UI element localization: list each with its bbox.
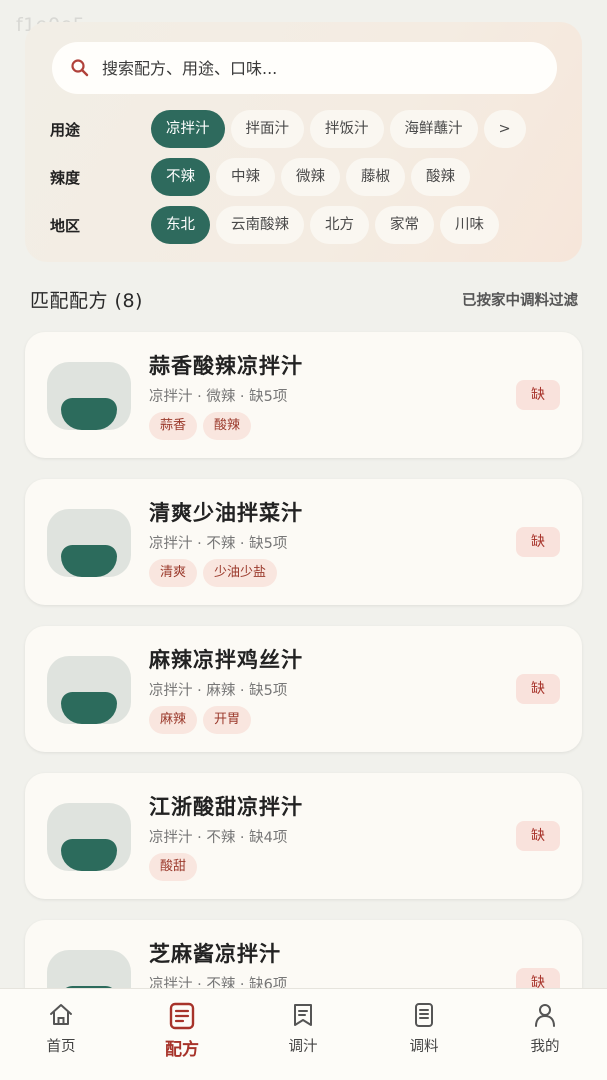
results-title: 匹配配方 (8): [30, 290, 143, 312]
recipe-card[interactable]: 蒜香酸辣凉拌汁 凉拌汁 · 微辣 · 缺5项 蒜香 酸辣 缺: [25, 332, 582, 458]
search-input[interactable]: [102, 58, 522, 78]
recipe-thumbnail: [47, 803, 131, 871]
chip-usage-option[interactable]: 拌饭汁: [310, 110, 384, 148]
filter-chips-region: 东北 云南酸辣 北方 家常 川味: [151, 206, 559, 244]
chip-region-option[interactable]: 川味: [440, 206, 499, 244]
tab-label: 首页: [46, 1039, 76, 1055]
recipe-thumbnail: [47, 509, 131, 577]
filter-row-usage: 用途 凉拌汁 拌面汁 拌饭汁 海鲜蘸汁 >: [25, 110, 582, 148]
recipe-card[interactable]: 麻辣凉拌鸡丝汁 凉拌汁 · 麻辣 · 缺5项 麻辣 开胃 缺: [25, 626, 582, 752]
chip-usage-option[interactable]: 拌面汁: [230, 110, 304, 148]
recipe-meta: 凉拌汁 · 微辣 · 缺5项: [149, 389, 288, 405]
recipe-thumbnail: [47, 362, 131, 430]
filter-row-region: 地区 东北 云南酸辣 北方 家常 川味: [25, 206, 582, 244]
recipe-title: 蒜香酸辣凉拌汁: [149, 354, 303, 378]
chip-usage-option[interactable]: 凉拌汁: [151, 110, 225, 148]
filter-label: 辣度: [50, 169, 81, 187]
tab-home[interactable]: 首页: [21, 1001, 101, 1056]
recipe-tag: 清爽: [149, 559, 198, 587]
tab-label: 配方: [165, 1040, 199, 1060]
tab-seasoning[interactable]: 调料: [384, 1001, 464, 1056]
bowl-icon: [61, 545, 117, 577]
recipe-title: 麻辣凉拌鸡丝汁: [149, 648, 303, 672]
tab-label: 调料: [409, 1039, 439, 1055]
chip-region-option[interactable]: 家常: [375, 206, 434, 244]
tab-profile[interactable]: 我的: [505, 1001, 585, 1056]
bookmark-icon: [294, 1004, 312, 1026]
chip-region-option[interactable]: 北方: [310, 206, 369, 244]
chip-spice-option[interactable]: 酸辣: [411, 158, 470, 196]
list-icon: [415, 1003, 433, 1027]
home-icon: [50, 1004, 72, 1025]
tab-recipes[interactable]: 配方: [142, 1001, 222, 1060]
recipe-tags: 酸甜: [149, 853, 203, 881]
recipe-tag: 酸甜: [149, 853, 198, 881]
missing-badge[interactable]: 缺: [516, 527, 560, 557]
chip-region-option[interactable]: 云南酸辣: [216, 206, 304, 244]
recipe-card[interactable]: 江浙酸甜凉拌汁 凉拌汁 · 不辣 · 缺4项 酸甜 缺: [25, 773, 582, 899]
recipe-icon: [169, 1002, 195, 1030]
recipe-tag: 开胃: [203, 706, 252, 734]
bowl-icon: [61, 398, 117, 430]
recipe-tags: 蒜香 酸辣: [149, 412, 257, 440]
filter-chips-spice: 不辣 中辣 微辣 藤椒 酸辣: [151, 158, 559, 196]
chip-region-option[interactable]: 东北: [151, 206, 210, 244]
recipe-title: 芝麻酱凉拌汁: [149, 942, 281, 966]
recipe-meta: 凉拌汁 · 麻辣 · 缺5项: [149, 683, 288, 699]
search-bar[interactable]: [52, 42, 557, 94]
filter-chips-usage: 凉拌汁 拌面汁 拌饭汁 海鲜蘸汁 >: [151, 110, 559, 148]
missing-badge[interactable]: 缺: [516, 821, 560, 851]
chip-more-arrow[interactable]: >: [483, 110, 526, 148]
bowl-icon: [61, 839, 117, 871]
chip-spice-option[interactable]: 藤椒: [346, 158, 405, 196]
bowl-icon: [61, 692, 117, 724]
recipe-tags: 清爽 少油少盐: [149, 559, 283, 587]
recipe-tag: 麻辣: [149, 706, 198, 734]
filter-row-spice: 辣度 不辣 中辣 微辣 藤椒 酸辣: [25, 158, 582, 196]
filter-label: 用途: [50, 121, 81, 139]
recipe-title: 清爽少油拌菜汁: [149, 501, 303, 525]
filter-label: 地区: [50, 217, 81, 235]
recipe-meta: 凉拌汁 · 不辣 · 缺4项: [149, 830, 288, 846]
recipe-tags: 麻辣 开胃: [149, 706, 257, 734]
search-icon: [71, 59, 89, 77]
recipe-meta: 凉拌汁 · 不辣 · 缺5项: [149, 536, 288, 552]
missing-badge[interactable]: 缺: [516, 674, 560, 704]
recipe-tag: 酸辣: [203, 412, 252, 440]
filter-note: 已按家中调料过滤: [462, 293, 578, 309]
chip-spice-option[interactable]: 不辣: [151, 158, 210, 196]
chip-spice-option[interactable]: 微辣: [281, 158, 340, 196]
bottom-tab-bar: 首页 配方 调汁 调料 我的: [0, 988, 607, 1080]
recipe-tag: 少油少盐: [203, 559, 278, 587]
user-icon: [535, 1004, 555, 1027]
tab-label: 我的: [530, 1039, 560, 1055]
recipe-tag: 蒜香: [149, 412, 198, 440]
recipe-thumbnail: [47, 656, 131, 724]
tab-sauce[interactable]: 调汁: [263, 1001, 343, 1056]
tab-label: 调汁: [288, 1039, 318, 1055]
chip-usage-option[interactable]: 海鲜蘸汁: [389, 110, 478, 148]
chip-spice-option[interactable]: 中辣: [216, 158, 275, 196]
missing-badge[interactable]: 缺: [516, 380, 560, 410]
recipe-card[interactable]: 清爽少油拌菜汁 凉拌汁 · 不辣 · 缺5项 清爽 少油少盐 缺: [25, 479, 582, 605]
filter-panel: 用途 凉拌汁拌面汁拌饭汁海鲜蘸汁> 辣度 不辣中辣微辣藤椒酸辣 地区 东北云南酸…: [25, 22, 582, 262]
recipe-title: 江浙酸甜凉拌汁: [149, 795, 303, 819]
